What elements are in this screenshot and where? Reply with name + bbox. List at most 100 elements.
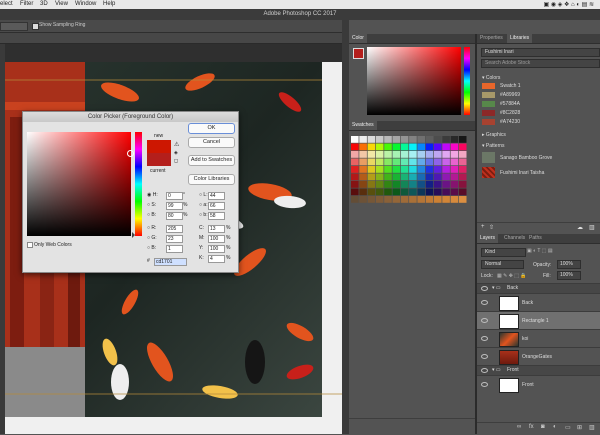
swatch[interactable] <box>442 188 450 196</box>
swatch[interactable] <box>417 196 425 203</box>
colors-header[interactable]: ▾ Colors <box>482 75 500 81</box>
swatch[interactable] <box>375 188 384 196</box>
g-radio[interactable]: ○ G: <box>147 235 157 241</box>
color-libraries-button[interactable]: Color Libraries <box>188 174 235 185</box>
swatch[interactable] <box>384 188 392 196</box>
swatch[interactable] <box>417 166 425 173</box>
sample-size-select[interactable] <box>0 22 28 31</box>
blue-field[interactable]: 1 <box>166 245 183 253</box>
swatch[interactable] <box>400 158 409 166</box>
menu-3d[interactable]: 3D <box>40 1 48 7</box>
cloud-icon[interactable]: ☁ <box>577 224 583 231</box>
tab-paths[interactable]: Paths <box>526 234 545 243</box>
library-color-swatch[interactable] <box>482 92 495 98</box>
sampling-ring-checkbox[interactable] <box>32 23 39 30</box>
swatch[interactable] <box>434 151 442 158</box>
library-color-swatch[interactable] <box>482 101 495 107</box>
gamut-warning-icon[interactable]: ⚠ <box>174 141 179 148</box>
swatch[interactable] <box>458 143 467 151</box>
swatch[interactable] <box>450 143 459 151</box>
swatch[interactable] <box>367 158 376 166</box>
swatch[interactable] <box>384 196 392 203</box>
swatch[interactable] <box>359 181 367 188</box>
swatch[interactable] <box>375 166 384 173</box>
swatch[interactable] <box>375 196 384 203</box>
swatch[interactable] <box>375 158 384 166</box>
swatch[interactable] <box>351 143 359 151</box>
swatch[interactable] <box>417 188 425 196</box>
s-field[interactable]: 99 <box>166 202 183 210</box>
cancel-button[interactable]: Cancel <box>188 137 235 148</box>
library-color-swatch[interactable] <box>482 83 495 89</box>
swatch[interactable] <box>458 151 467 158</box>
trash-icon[interactable]: ▥ <box>589 424 595 431</box>
layer-filter-select[interactable]: Kind <box>481 248 526 257</box>
swatch[interactable] <box>425 181 434 188</box>
tab-color[interactable]: Color <box>349 34 367 43</box>
swatch[interactable] <box>434 143 442 151</box>
swatch[interactable] <box>458 181 467 188</box>
swatch[interactable] <box>351 136 359 143</box>
swatch[interactable] <box>392 196 401 203</box>
library-color-swatch[interactable] <box>482 110 495 116</box>
delete-icon[interactable]: ▥ <box>589 224 595 231</box>
c-field[interactable]: 13 <box>208 225 225 233</box>
color-cube-icon[interactable]: ◈ <box>174 150 178 156</box>
g-field[interactable]: 23 <box>166 235 183 243</box>
layer-back[interactable]: Back <box>477 293 600 311</box>
swatch[interactable] <box>359 188 367 196</box>
visibility-eye-icon[interactable] <box>481 382 488 387</box>
swatch[interactable] <box>442 151 450 158</box>
graphics-header[interactable]: ▸ Graphics <box>482 132 506 138</box>
swatch[interactable] <box>417 173 425 181</box>
swatch[interactable] <box>417 151 425 158</box>
add-content-icon[interactable]: + <box>481 224 485 230</box>
library-select[interactable]: Fushimi Inari <box>481 48 600 57</box>
swatch[interactable] <box>442 166 450 173</box>
visibility-eye-icon[interactable] <box>481 318 488 323</box>
swatch[interactable] <box>417 136 425 143</box>
visibility-eye-icon[interactable] <box>481 286 488 291</box>
swatch[interactable] <box>417 158 425 166</box>
swatch[interactable] <box>434 173 442 181</box>
tab-libraries[interactable]: Libraries <box>507 34 533 43</box>
web-safe-icon[interactable]: ◻ <box>174 158 178 164</box>
swatch[interactable] <box>367 196 376 203</box>
swatch[interactable] <box>434 166 442 173</box>
swatch[interactable] <box>351 188 359 196</box>
r-radio[interactable]: ○ R: <box>147 225 156 231</box>
swatch[interactable] <box>384 136 392 143</box>
swatch[interactable] <box>384 158 392 166</box>
swatch[interactable] <box>458 136 467 143</box>
patterns-header[interactable]: ▾ Patterns <box>482 143 505 149</box>
color-field[interactable] <box>367 47 461 115</box>
swatch[interactable] <box>409 143 417 151</box>
hex-field[interactable]: cd1701 <box>154 258 187 266</box>
swatch[interactable] <box>425 158 434 166</box>
b-field[interactable]: 80 <box>166 212 183 220</box>
stock-search-input[interactable]: Search Adobe Stock <box>481 59 600 68</box>
layer-filter-icons[interactable]: ▣ ◐ T ⬚ ▤ <box>527 248 553 254</box>
swatch[interactable] <box>359 151 367 158</box>
swatch[interactable] <box>351 196 359 203</box>
swatch[interactable] <box>450 188 459 196</box>
swatch[interactable] <box>392 158 401 166</box>
menu-filter[interactable]: Filter <box>20 1 33 7</box>
swatch[interactable] <box>367 173 376 181</box>
swatch[interactable] <box>425 143 434 151</box>
swatch[interactable] <box>375 181 384 188</box>
new-layer-icon[interactable]: ⊞ <box>577 424 582 431</box>
swatch[interactable] <box>409 188 417 196</box>
swatch[interactable] <box>367 136 376 143</box>
menu-help[interactable]: Help <box>103 1 115 7</box>
swatch[interactable] <box>375 151 384 158</box>
swatch[interactable] <box>425 188 434 196</box>
swatch[interactable] <box>359 158 367 166</box>
swatch[interactable] <box>367 181 376 188</box>
swatch[interactable] <box>442 181 450 188</box>
swatch[interactable] <box>392 173 401 181</box>
color-marker[interactable] <box>127 150 134 157</box>
swatch[interactable] <box>450 196 459 203</box>
swatch[interactable] <box>400 151 409 158</box>
swatch[interactable] <box>392 143 401 151</box>
